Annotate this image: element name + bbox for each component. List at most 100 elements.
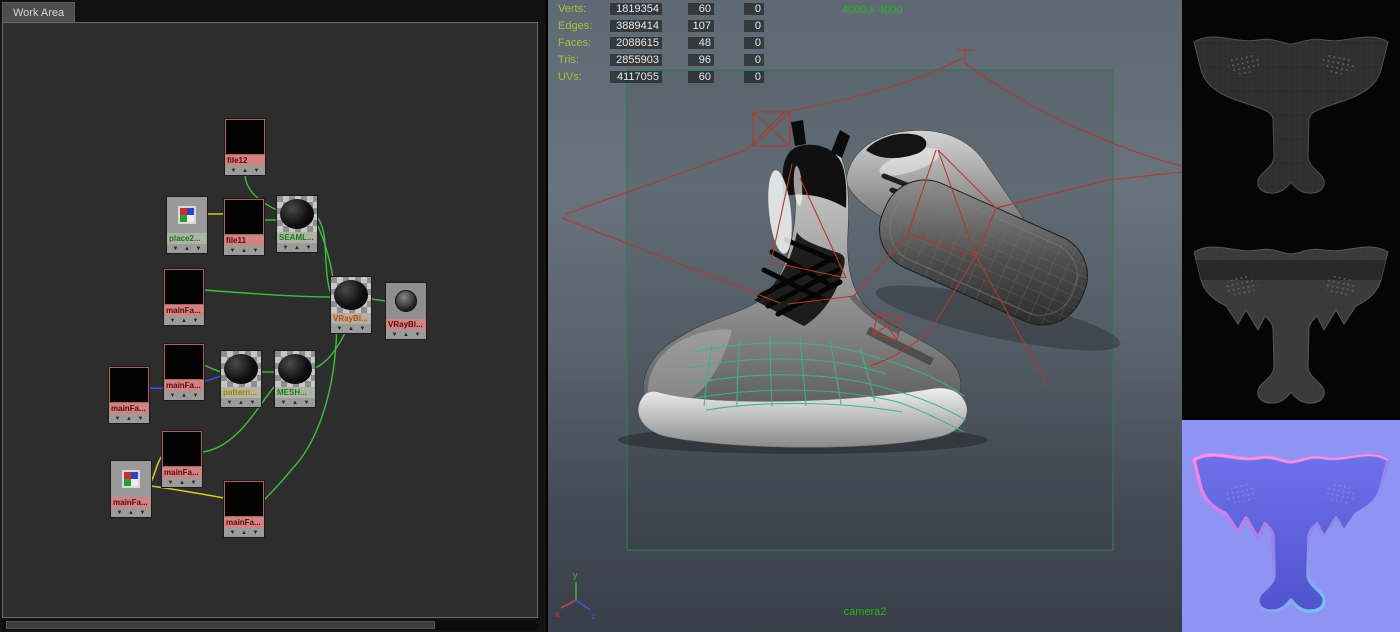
uv-texture-top <box>1194 37 1388 193</box>
node-port-arrows[interactable]: ▼▲▼ <box>275 398 315 407</box>
shader-node-vrayblend-1[interactable]: VRayBl... ▼▲▼ <box>331 277 371 333</box>
uv-texture-middle <box>1194 247 1388 403</box>
shader-node-vrayblend-2[interactable]: VRayBl... ▼▲▼ <box>386 283 426 339</box>
node-label: mainFa... <box>162 467 202 478</box>
node-label: pattern... <box>221 387 261 398</box>
svg-text:y: y <box>573 570 578 580</box>
node-port-arrows[interactable]: ▼▲▼ <box>164 316 204 325</box>
node-swatch <box>225 119 265 155</box>
tab-work-area[interactable]: Work Area <box>2 2 75 22</box>
node-label: SEAML... <box>277 232 317 243</box>
hud-value: 0 <box>744 37 764 49</box>
hud-row: Verts: 1819354 60 0 <box>558 3 764 20</box>
node-swatch <box>167 197 207 233</box>
node-editor-panel: Work Area file12 ▼▲▼ place2... ▼▲▼ file1… <box>0 0 546 632</box>
hud-value: 0 <box>744 20 764 32</box>
node-swatch <box>111 461 151 497</box>
hud-label: Edges: <box>558 20 606 32</box>
shader-node-place2[interactable]: place2... ▼▲▼ <box>167 197 207 253</box>
hud-value: 0 <box>744 71 764 83</box>
shader-node-mainfa-3[interactable]: mainFa... ▼▲▼ <box>109 367 149 423</box>
horizontal-scrollbar[interactable] <box>2 620 538 630</box>
shader-node-pattern[interactable]: pattern... ▼▲▼ <box>221 351 261 407</box>
node-label: mainFa... <box>224 517 264 528</box>
hud-row: UVs: 4117055 60 0 <box>558 71 764 88</box>
hud-value: 0 <box>744 54 764 66</box>
node-swatch <box>162 431 202 467</box>
node-label: place2... <box>167 233 207 244</box>
node-port-arrows[interactable]: ▼▲▼ <box>164 391 204 400</box>
node-graph-canvas[interactable] <box>2 22 538 618</box>
resolution-label: 4000 x 4000 <box>842 4 903 16</box>
hud-value: 60 <box>688 71 714 83</box>
place2dtexture-icon <box>122 470 140 488</box>
shader-node-mainfa-5[interactable]: mainFa... ▼▲▼ <box>111 461 151 517</box>
hud-label: Tris: <box>558 54 606 66</box>
node-port-arrows[interactable]: ▼▲▼ <box>224 246 264 255</box>
node-label: mainFa... <box>109 403 149 414</box>
hud-row: Tris: 2855903 96 0 <box>558 54 764 71</box>
node-port-arrows[interactable]: ▼▲▼ <box>162 478 202 487</box>
hud-value: 3889414 <box>610 20 662 32</box>
node-port-arrows[interactable]: ▼▲▼ <box>221 398 261 407</box>
hud-value: 2088615 <box>610 37 662 49</box>
shader-node-mainfa-6[interactable]: mainFa... ▼▲▼ <box>224 481 264 537</box>
node-port-arrows[interactable]: ▼▲▼ <box>109 414 149 423</box>
uv-texture-previews <box>1182 0 1400 420</box>
uv-texture-svg <box>1182 0 1400 420</box>
node-swatch <box>224 199 264 235</box>
poly-count-hud: Verts: 1819354 60 0 Edges: 3889414 107 0… <box>558 3 764 88</box>
node-label: mainFa... <box>111 497 151 508</box>
shader-node-seamless[interactable]: SEAML... ▼▲▼ <box>277 196 317 252</box>
node-label: mainFa... <box>164 305 204 316</box>
svg-text:x: x <box>555 609 560 619</box>
hud-label: UVs: <box>558 71 606 83</box>
shader-node-mainfa-4[interactable]: mainFa... ▼▲▼ <box>162 431 202 487</box>
node-label: MESH... <box>275 387 315 398</box>
node-label: VRayBl... <box>331 313 371 324</box>
node-swatch <box>275 351 315 387</box>
viewport-scene <box>548 0 1182 632</box>
node-port-arrows[interactable]: ▼▲▼ <box>225 166 265 175</box>
node-port-arrows[interactable]: ▼▲▼ <box>167 244 207 253</box>
shader-node-mainfa-2[interactable]: mainFa... ▼▲▼ <box>164 344 204 400</box>
node-swatch <box>277 196 317 232</box>
hud-value: 48 <box>688 37 714 49</box>
node-port-arrows[interactable]: ▼▲▼ <box>111 508 151 517</box>
work-area-tabbar: Work Area <box>0 0 546 22</box>
hud-value: 107 <box>688 20 714 32</box>
node-swatch <box>164 269 204 305</box>
hud-row: Faces: 2088615 48 0 <box>558 37 764 54</box>
texture-maps-panel <box>1182 0 1400 632</box>
node-port-arrows[interactable]: ▼▲▼ <box>224 528 264 537</box>
material-sphere-icon <box>395 290 417 312</box>
node-port-arrows[interactable]: ▼▲▼ <box>331 324 371 333</box>
hud-row: Edges: 3889414 107 0 <box>558 20 764 37</box>
node-swatch <box>331 277 371 313</box>
normal-map-preview <box>1182 420 1400 632</box>
3d-viewport[interactable]: Verts: 1819354 60 0 Edges: 3889414 107 0… <box>548 0 1182 632</box>
hud-label: Verts: <box>558 3 606 15</box>
hud-value: 4117055 <box>610 71 662 83</box>
node-label: file12 <box>225 155 265 166</box>
node-label: mainFa... <box>164 380 204 391</box>
svg-text:z: z <box>591 611 596 620</box>
node-swatch <box>221 351 261 387</box>
shader-node-file11[interactable]: file11 ▼▲▼ <box>224 199 264 255</box>
node-port-arrows[interactable]: ▼▲▼ <box>386 330 426 339</box>
shader-node-mainfa-1[interactable]: mainFa... ▼▲▼ <box>164 269 204 325</box>
node-swatch <box>164 344 204 380</box>
node-swatch <box>386 283 426 319</box>
normal-map-svg <box>1182 420 1400 632</box>
hud-value: 2855903 <box>610 54 662 66</box>
place2dtexture-icon <box>178 206 196 224</box>
shader-node-mesh[interactable]: MESH... ▼▲▼ <box>275 351 315 407</box>
hud-value: 60 <box>688 3 714 15</box>
node-port-arrows[interactable]: ▼▲▼ <box>277 243 317 252</box>
node-swatch <box>224 481 264 517</box>
hud-value: 1819354 <box>610 3 662 15</box>
shader-node-file12[interactable]: file12 ▼▲▼ <box>225 119 265 175</box>
axis-gizmo-icon: y x z <box>554 568 600 620</box>
scrollbar-handle[interactable] <box>6 621 435 629</box>
node-label: VRayBl... <box>386 319 426 330</box>
